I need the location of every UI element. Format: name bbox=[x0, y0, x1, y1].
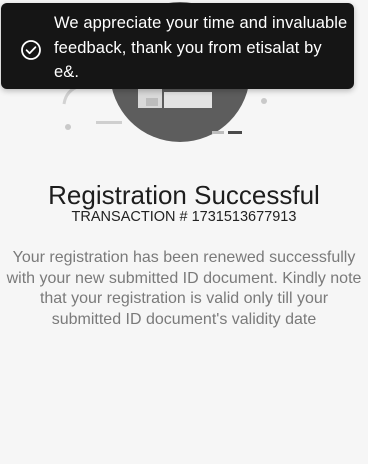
page-title: Registration Successful bbox=[48, 180, 320, 210]
illustration-dot bbox=[65, 124, 71, 130]
feedback-toast: We appreciate your time and invaluable f… bbox=[1, 3, 354, 89]
illustration-dash bbox=[96, 121, 122, 124]
toast-message: We appreciate your time and invaluable f… bbox=[54, 14, 348, 81]
illustration-card-line-small bbox=[146, 98, 158, 106]
transaction-number: TRANSACTION # 1731513677913 bbox=[71, 209, 297, 225]
check-circle-icon bbox=[20, 39, 42, 61]
illustration-dash bbox=[212, 131, 224, 134]
illustration-dot bbox=[261, 98, 267, 104]
illustration-dash bbox=[228, 131, 242, 134]
illustration-card-line bbox=[164, 92, 212, 108]
registration-message: Your registration has been renewed succe… bbox=[6, 249, 362, 328]
